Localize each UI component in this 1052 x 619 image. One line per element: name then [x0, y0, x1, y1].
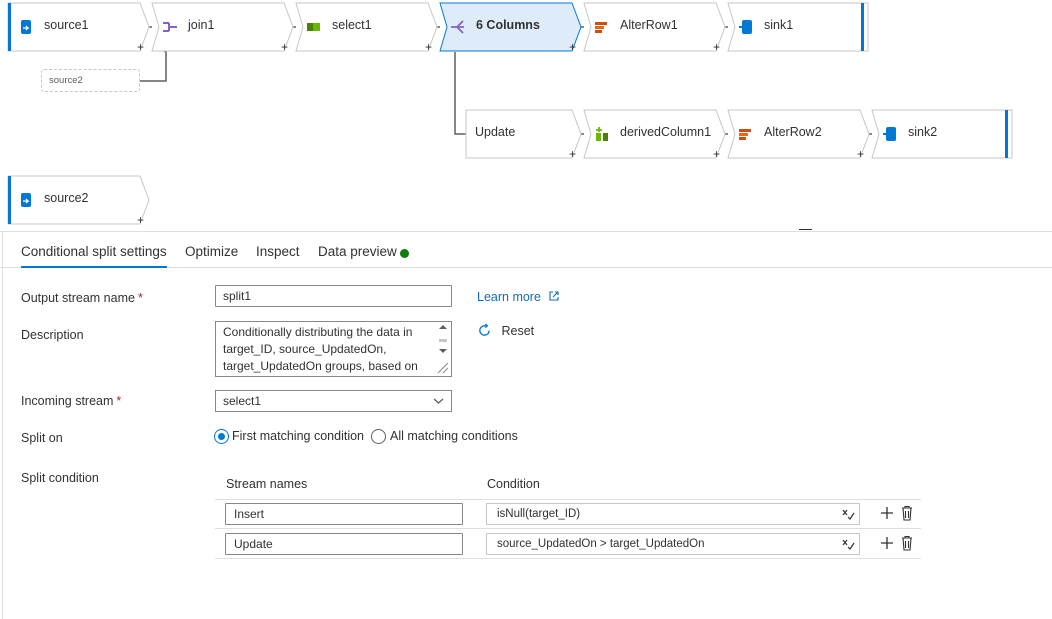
- node-label: derivedColumn1: [620, 125, 712, 139]
- delete-condition-icon[interactable]: [900, 535, 914, 551]
- add-transform-button[interactable]: +: [425, 41, 432, 53]
- node-source1[interactable]: source1 +: [7, 2, 150, 53]
- source2-reference[interactable]: source2: [41, 69, 140, 92]
- database-arrow-icon: [21, 193, 31, 207]
- delete-condition-icon[interactable]: [900, 505, 914, 521]
- condition-header: Condition: [487, 477, 540, 491]
- settings-panel: Conditional split settings Optimize Insp…: [0, 231, 1052, 619]
- expression-builder-icon[interactable]: [841, 537, 855, 551]
- panel-border: [2, 232, 3, 619]
- node-update-stream[interactable]: Update +: [465, 109, 582, 160]
- node-label: sink2: [908, 125, 938, 139]
- output-stream-input[interactable]: split1: [215, 285, 452, 307]
- node-derived-column[interactable]: derivedColumn1 +: [583, 109, 726, 160]
- tab-optimize[interactable]: Optimize: [185, 244, 238, 259]
- add-transform-button[interactable]: +: [137, 214, 144, 226]
- node-label: select1: [332, 18, 372, 32]
- tab-inspect[interactable]: Inspect: [256, 244, 300, 259]
- tab-bar: Conditional split settings Optimize Insp…: [0, 232, 1052, 268]
- stream-name-input[interactable]: Update: [225, 533, 463, 555]
- sink-database-icon: [739, 20, 752, 34]
- output-stream-label: Output stream name *: [21, 291, 143, 305]
- text-cursor: [799, 229, 812, 230]
- description-textarea[interactable]: Conditionally distributing the data in t…: [215, 321, 452, 377]
- node-label: AlterRow2: [764, 125, 822, 139]
- add-transform-button[interactable]: +: [281, 41, 288, 53]
- description-text: Conditionally distributing the data in t…: [223, 325, 418, 373]
- add-transform-button[interactable]: +: [713, 41, 720, 53]
- stream-names-header: Stream names: [226, 477, 308, 491]
- tab-data-preview[interactable]: Data preview: [318, 244, 397, 259]
- description-label: Description: [21, 328, 84, 342]
- textarea-scrollbar[interactable]: [436, 323, 450, 375]
- radio-first-matching[interactable]: [214, 429, 229, 444]
- chevron-down-icon: [433, 398, 444, 404]
- all-matching-label: All matching conditions: [390, 429, 518, 443]
- node-sink2[interactable]: sink2: [871, 109, 1013, 159]
- add-transform-button[interactable]: +: [569, 41, 576, 53]
- alter-row-icon: [595, 22, 607, 33]
- incoming-stream-value: select1: [223, 394, 262, 408]
- condition-text: isNull(target_ID): [497, 508, 581, 520]
- sink-database-icon: [883, 127, 896, 141]
- split-icon: [451, 20, 464, 34]
- select-icon: [307, 23, 320, 31]
- expression-builder-icon[interactable]: [841, 507, 855, 521]
- radio-all-matching[interactable]: [371, 429, 386, 444]
- add-transform-button[interactable]: +: [857, 148, 864, 160]
- condition-text: source_UpdatedOn > target_UpdatedOn: [497, 538, 705, 550]
- incoming-stream-label: Incoming stream *: [21, 394, 122, 408]
- row-divider: [215, 499, 921, 500]
- node-label: Update: [475, 125, 516, 139]
- add-transform-button[interactable]: +: [713, 148, 720, 160]
- add-condition-icon[interactable]: [880, 505, 894, 521]
- database-arrow-icon: [21, 20, 31, 34]
- stream-name-input[interactable]: Insert: [225, 503, 463, 525]
- node-label: AlterRow1: [620, 18, 678, 32]
- split-on-label: Split on: [21, 431, 63, 445]
- add-transform-button[interactable]: +: [569, 148, 576, 160]
- node-select1[interactable]: select1 +: [295, 2, 438, 53]
- dataflow-canvas[interactable]: source2 source1 + join1 + select1 + 6 Co…: [0, 0, 1052, 231]
- add-transform-button[interactable]: +: [137, 41, 144, 53]
- condition-input[interactable]: source_UpdatedOn > target_UpdatedOn: [486, 533, 860, 555]
- node-label: 6 Columns: [476, 18, 540, 32]
- node-label: join1: [188, 18, 215, 32]
- row-divider: [215, 528, 921, 529]
- node-alterrow2[interactable]: AlterRow2 +: [727, 109, 870, 160]
- add-condition-icon[interactable]: [880, 535, 894, 551]
- tab-conditional-split-settings[interactable]: Conditional split settings: [21, 244, 167, 268]
- join-icon: [163, 22, 177, 32]
- derived-column-icon: [596, 127, 608, 141]
- condition-input[interactable]: isNull(target_ID): [486, 503, 860, 525]
- first-matching-label: First matching condition: [232, 429, 365, 443]
- node-sink1[interactable]: sink1: [727, 2, 869, 52]
- node-source2[interactable]: source2 +: [7, 175, 150, 226]
- alter-row-icon: [739, 129, 751, 140]
- status-dot-icon: [400, 249, 409, 258]
- reset-button[interactable]: Reset: [477, 323, 534, 338]
- node-label: sink1: [764, 18, 794, 32]
- incoming-stream-select[interactable]: select1: [215, 390, 452, 412]
- node-alterrow1[interactable]: AlterRow1 +: [583, 2, 726, 53]
- node-join1[interactable]: join1 +: [151, 2, 294, 53]
- external-link-icon: [549, 291, 559, 301]
- row-divider: [215, 558, 921, 559]
- node-label: source1: [44, 18, 89, 32]
- reset-label: Reset: [501, 324, 535, 338]
- learn-more-link[interactable]: Learn more: [477, 290, 560, 304]
- node-conditional-split[interactable]: 6 Columns +: [439, 2, 582, 53]
- split-condition-label: Split condition: [21, 471, 99, 485]
- node-label: source2: [44, 191, 89, 205]
- reset-icon: [479, 323, 490, 336]
